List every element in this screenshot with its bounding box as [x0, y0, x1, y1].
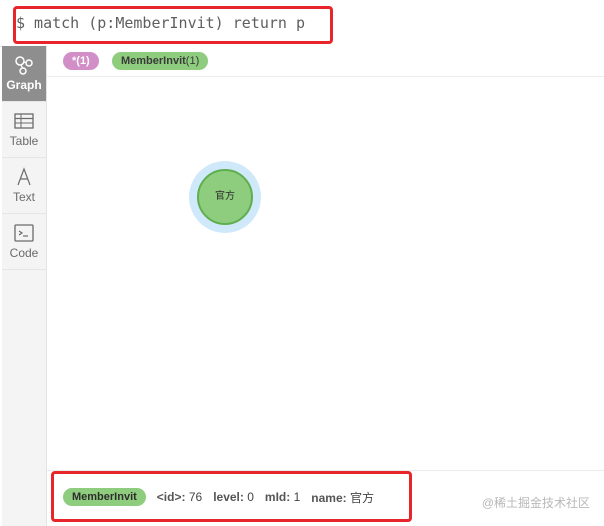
nav-label-code: Code: [9, 246, 39, 260]
graph-icon: [15, 56, 33, 75]
details-highlight-box: [51, 471, 412, 522]
graph-canvas[interactable]: 官方: [47, 77, 604, 469]
graph-node[interactable]: 官方: [197, 169, 253, 225]
result-view-sidebar: Graph Table Text Code: [2, 46, 47, 526]
nav-item-text[interactable]: Text: [2, 158, 46, 214]
label-pill-member-count: (1): [185, 55, 200, 67]
label-pill-all[interactable]: *(1): [63, 52, 99, 70]
nav-item-table[interactable]: Table: [2, 102, 46, 158]
label-legend-strip: *(1) MemberInvit(1): [47, 46, 604, 77]
nav-label-graph: Graph: [6, 78, 42, 92]
label-pill-memberinvit[interactable]: MemberInvit(1): [112, 52, 209, 70]
nav-label-table: Table: [9, 134, 39, 148]
text-icon: [17, 167, 31, 186]
nav-item-code[interactable]: Code: [2, 214, 46, 270]
neo4j-browser-result: $ match (p:MemberInvit) return p Graph T…: [0, 0, 604, 526]
watermark-text: @稀土掘金技术社区: [481, 496, 590, 510]
label-pill-member-name: MemberInvit: [121, 55, 186, 67]
code-icon: [14, 224, 34, 242]
nav-item-graph[interactable]: Graph: [2, 46, 46, 102]
label-pill-all-count: (1): [76, 55, 90, 67]
node-caption: 官方: [215, 191, 235, 202]
nav-label-text: Text: [12, 190, 35, 204]
query-highlight-box: [13, 6, 333, 44]
table-icon: [14, 113, 34, 129]
